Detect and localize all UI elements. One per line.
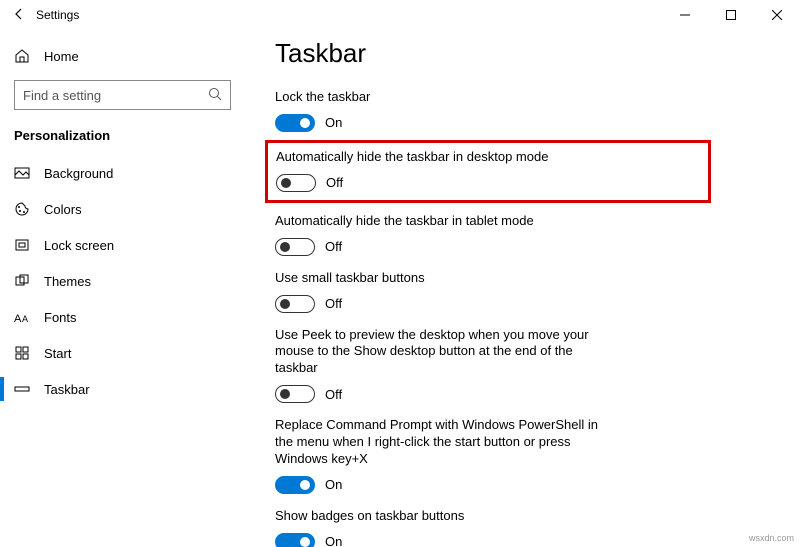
toggle-autohide-tablet[interactable] — [275, 238, 315, 256]
toggle-powershell[interactable] — [275, 476, 315, 494]
sidebar-home[interactable]: Home — [0, 40, 245, 72]
setting-label: Lock the taskbar — [275, 89, 615, 106]
sidebar-item-label: Background — [44, 166, 113, 181]
sidebar-item-taskbar[interactable]: Taskbar — [0, 371, 245, 407]
setting-lock-taskbar: Lock the taskbar On — [275, 89, 770, 132]
toggle-state: On — [325, 115, 342, 130]
toggle-state: On — [325, 477, 342, 492]
toggle-lock-taskbar[interactable] — [275, 114, 315, 132]
sidebar-item-label: Fonts — [44, 310, 77, 325]
taskbar-icon — [14, 381, 30, 397]
setting-small-buttons: Use small taskbar buttons Off — [275, 270, 770, 313]
back-button[interactable] — [8, 7, 36, 24]
fonts-icon: AA — [14, 309, 30, 325]
setting-powershell: Replace Command Prompt with Windows Powe… — [275, 417, 770, 494]
toggle-autohide-desktop[interactable] — [276, 174, 316, 192]
minimize-button[interactable] — [662, 0, 708, 30]
sidebar-item-label: Start — [44, 346, 71, 361]
sidebar: Home Find a setting Personalization Back… — [0, 30, 245, 547]
start-icon — [14, 345, 30, 361]
watermark: wsxdn.com — [749, 533, 794, 543]
setting-autohide-tablet: Automatically hide the taskbar in tablet… — [275, 213, 770, 256]
home-label: Home — [44, 49, 79, 64]
window-title: Settings — [36, 8, 79, 22]
toggle-state: Off — [325, 387, 342, 402]
main-content: Taskbar Lock the taskbar On Automaticall… — [245, 30, 800, 547]
toggle-small-buttons[interactable] — [275, 295, 315, 313]
sidebar-item-themes[interactable]: Themes — [0, 263, 245, 299]
themes-icon — [14, 273, 30, 289]
lockscreen-icon — [14, 237, 30, 253]
setting-label: Show badges on taskbar buttons — [275, 508, 615, 525]
toggle-badges[interactable] — [275, 533, 315, 547]
setting-label: Use Peek to preview the desktop when you… — [275, 327, 615, 378]
sidebar-item-label: Lock screen — [44, 238, 114, 253]
sidebar-item-label: Taskbar — [44, 382, 90, 397]
page-title: Taskbar — [275, 38, 770, 69]
search-icon — [208, 87, 222, 104]
toggle-state: On — [325, 534, 342, 547]
maximize-button[interactable] — [708, 0, 754, 30]
sidebar-item-lockscreen[interactable]: Lock screen — [0, 227, 245, 263]
setting-badges: Show badges on taskbar buttons On — [275, 508, 770, 547]
setting-peek: Use Peek to preview the desktop when you… — [275, 327, 770, 404]
sidebar-item-background[interactable]: Background — [0, 155, 245, 191]
setting-autohide-desktop: Automatically hide the taskbar in deskto… — [276, 149, 548, 192]
setting-label: Automatically hide the taskbar in tablet… — [275, 213, 615, 230]
toggle-state: Off — [325, 296, 342, 311]
sidebar-item-fonts[interactable]: AA Fonts — [0, 299, 245, 335]
toggle-state: Off — [326, 175, 343, 190]
close-button[interactable] — [754, 0, 800, 30]
svg-text:A: A — [22, 314, 28, 324]
search-input[interactable]: Find a setting — [14, 80, 231, 110]
section-label: Personalization — [0, 124, 245, 155]
toggle-state: Off — [325, 239, 342, 254]
toggle-peek[interactable] — [275, 385, 315, 403]
setting-label: Replace Command Prompt with Windows Powe… — [275, 417, 615, 468]
sidebar-item-label: Colors — [44, 202, 82, 217]
sidebar-item-colors[interactable]: Colors — [0, 191, 245, 227]
highlight-box: Automatically hide the taskbar in deskto… — [265, 140, 711, 203]
colors-icon — [14, 201, 30, 217]
home-icon — [14, 48, 30, 64]
sidebar-item-start[interactable]: Start — [0, 335, 245, 371]
setting-label: Use small taskbar buttons — [275, 270, 615, 287]
search-placeholder: Find a setting — [23, 88, 101, 103]
setting-label: Automatically hide the taskbar in deskto… — [276, 149, 548, 166]
window-controls — [662, 0, 800, 30]
svg-text:A: A — [14, 313, 22, 324]
sidebar-item-label: Themes — [44, 274, 91, 289]
background-icon — [14, 165, 30, 181]
